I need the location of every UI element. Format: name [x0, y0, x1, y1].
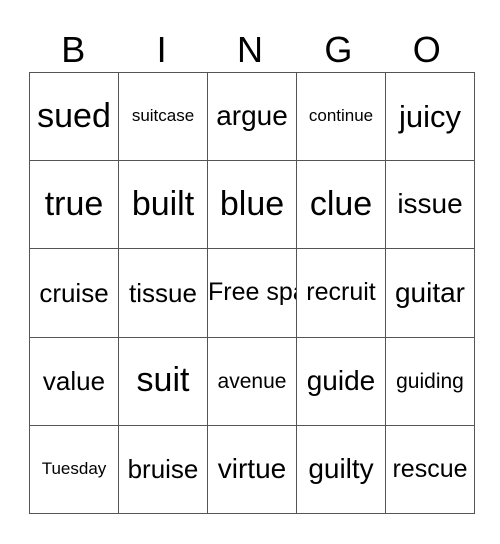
- bingo-cell[interactable]: built: [118, 160, 208, 250]
- bingo-cell[interactable]: blue: [207, 160, 297, 250]
- bingo-cell[interactable]: guitar: [385, 248, 475, 338]
- header-letter-n: N: [236, 29, 263, 70]
- bingo-cell[interactable]: avenue: [207, 336, 297, 426]
- bingo-row: sued suitcase argue continue juicy: [29, 71, 475, 162]
- bingo-cell[interactable]: suit: [118, 336, 208, 426]
- bingo-card: sued suitcase argue continue juicy true …: [29, 71, 475, 515]
- header-letter-b: B: [61, 29, 86, 70]
- header-letter-i: I: [156, 29, 167, 70]
- bingo-cell[interactable]: rescue: [385, 424, 475, 515]
- bingo-row: true built blue clue issue: [29, 160, 475, 250]
- bingo-cell[interactable]: guilty: [296, 424, 386, 515]
- bingo-cell[interactable]: virtue: [207, 424, 297, 515]
- bingo-cell[interactable]: sued: [29, 71, 119, 162]
- bingo-cell[interactable]: continue: [296, 71, 386, 162]
- bingo-cell[interactable]: bruise: [118, 424, 208, 515]
- bingo-cell[interactable]: value: [29, 336, 119, 426]
- free-space-cell[interactable]: Free space: [207, 248, 297, 338]
- bingo-cell[interactable]: issue: [385, 160, 475, 250]
- bingo-cell[interactable]: tissue: [118, 248, 208, 338]
- bingo-row: cruise tissue Free space recruit guitar: [29, 248, 475, 338]
- bingo-cell[interactable]: recruit: [296, 248, 386, 338]
- bingo-cell[interactable]: guiding: [385, 336, 475, 426]
- bingo-cell[interactable]: argue: [207, 71, 297, 162]
- bingo-cell[interactable]: juicy: [385, 71, 475, 162]
- bingo-row: value suit avenue guide guiding: [29, 336, 475, 426]
- bingo-cell[interactable]: cruise: [29, 248, 119, 338]
- bingo-cell[interactable]: true: [29, 160, 119, 250]
- bingo-row: Tuesday bruise virtue guilty rescue: [29, 424, 475, 515]
- bingo-cell[interactable]: Tuesday: [29, 424, 119, 515]
- bingo-header: B I N G O: [29, 28, 471, 72]
- bingo-cell[interactable]: suitcase: [118, 71, 208, 162]
- bingo-cell[interactable]: clue: [296, 160, 386, 250]
- header-letter-o: O: [412, 29, 441, 70]
- header-letter-g: G: [324, 29, 353, 70]
- bingo-cell[interactable]: guide: [296, 336, 386, 426]
